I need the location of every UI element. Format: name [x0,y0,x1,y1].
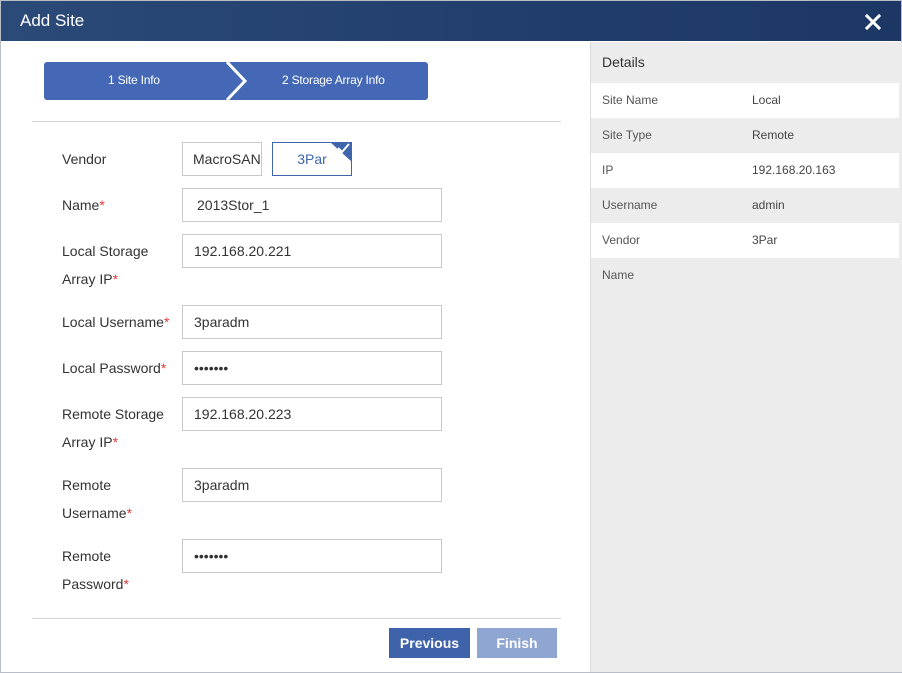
dialog-titlebar: Add Site [1,1,901,41]
details-value: 192.168.20.163 [752,163,836,177]
step-storage-array-info[interactable]: 2 Storage Array Info [282,73,385,87]
details-row: Username admin [591,188,899,223]
details-row: Vendor 3Par [591,223,899,258]
details-key: IP [602,163,614,177]
divider [32,121,561,122]
details-value: 3Par [752,233,778,247]
remote-username-label: Remote Username* [62,477,133,521]
local-password-input[interactable]: ••••••• [182,351,442,385]
details-key: Username [602,198,658,212]
local-password-label: Local Password* [62,360,167,376]
name-label: Name* [62,197,105,213]
previous-button[interactable]: Previous [389,628,470,658]
remote-ip-input[interactable]: 192.168.20.223 [182,397,442,431]
footer-divider [32,618,561,619]
add-site-dialog: Add Site 1 Site Info 2 Storage Array Inf… [0,0,902,673]
vendor-option-3par[interactable]: 3Par [272,142,352,176]
remote-password-input[interactable]: ••••••• [182,539,442,573]
finish-button[interactable]: Finish [477,628,557,658]
local-ip-label: Local Storage Array IP* [62,243,149,287]
details-row: Site Name Local [591,83,899,118]
details-title: Details [602,54,645,70]
local-ip-input[interactable]: 192.168.20.221 [182,234,442,268]
details-row: Site Type Remote [591,118,899,153]
name-input[interactable]: 2013Stor_1 [182,188,442,222]
dialog-title: Add Site [20,11,85,30]
details-key: Site Type [602,128,652,142]
details-value: Remote [752,128,795,142]
check-icon [330,142,352,162]
details-row: Name [591,258,899,293]
local-username-input[interactable]: 3paradm [182,305,442,339]
chevron-right-icon [225,62,248,100]
vendor-option-macrosan[interactable]: MacroSAN [182,142,262,176]
remote-password-label: Remote Password* [62,548,129,592]
remote-username-input[interactable]: 3paradm [182,468,442,502]
details-key: Vendor [602,233,641,247]
details-key: Site Name [602,93,659,107]
details-panel: Details Site Name Local Site Type Remote… [590,42,902,672]
local-username-label: Local Username* [62,314,170,330]
details-key: Name [602,268,635,282]
step-site-info[interactable]: 1 Site Info [108,73,160,87]
details-row: IP 192.168.20.163 [591,153,899,188]
vendor-label: Vendor [62,151,107,167]
wizard-steps: 1 Site Info 2 Storage Array Info [44,62,428,100]
details-value: admin [752,198,785,212]
remote-ip-label: Remote Storage Array IP* [62,406,164,450]
details-value: Local [752,93,781,107]
close-icon[interactable] [861,10,885,34]
